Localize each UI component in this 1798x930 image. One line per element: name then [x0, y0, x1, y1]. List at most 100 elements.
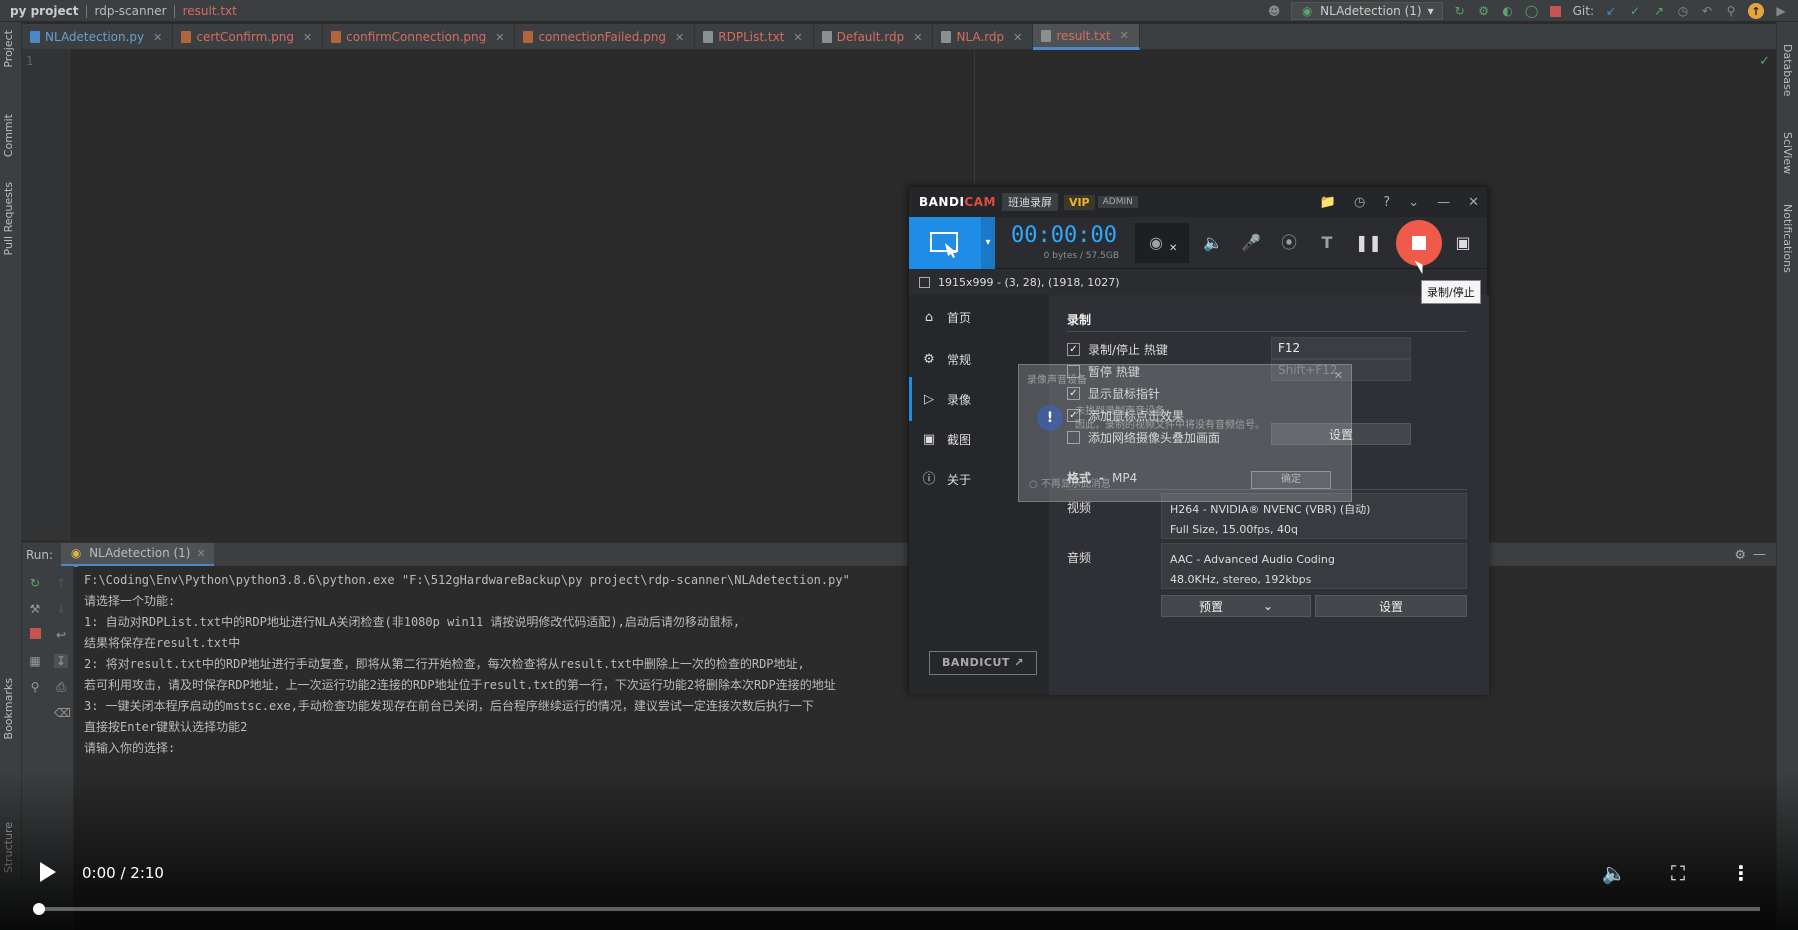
dont-show-label: 不再显示此消息	[1040, 479, 1111, 490]
text-overlay-icon[interactable]: T	[1315, 231, 1339, 255]
bandicut-button[interactable]: BANDICUT ↗	[929, 651, 1037, 675]
collapse-icon[interactable]: ⌄	[1408, 195, 1419, 210]
run-config-select[interactable]: ◉ NLAdetection (1) ▾	[1291, 2, 1443, 20]
tool-pull-requests[interactable]: Pull Requests	[2, 182, 15, 255]
history-icon[interactable]: ◷	[1676, 4, 1690, 18]
minimize-icon[interactable]: —	[1437, 195, 1450, 210]
help-icon[interactable]: ?	[1383, 195, 1390, 210]
dont-show-option[interactable]: ○ 不再显示此消息	[1029, 475, 1111, 490]
tool-database[interactable]: Database	[1781, 44, 1794, 97]
close-icon[interactable]: ✕	[1013, 31, 1022, 44]
nav-about[interactable]: ⓘ 关于	[921, 471, 971, 488]
minimize-icon[interactable]: —	[1753, 547, 1766, 562]
search-icon[interactable]: ⚲	[1724, 4, 1738, 18]
rerun-icon[interactable]: ↻	[1453, 4, 1467, 18]
breadcrumb-project[interactable]: py project	[0, 4, 78, 18]
close-icon[interactable]: ✕	[303, 31, 312, 44]
close-icon[interactable]: ✕	[913, 31, 922, 44]
breadcrumb-file[interactable]: result.txt	[183, 4, 237, 18]
tab-nladetection-py[interactable]: NLAdetection.py ✕	[22, 24, 174, 50]
webcam-toggle[interactable]: ◉ ✕	[1135, 223, 1189, 263]
clock-icon[interactable]: ◷	[1354, 195, 1365, 210]
tab-certconfirm-png[interactable]: certConfirm.png ✕	[173, 24, 324, 50]
tool-bookmarks[interactable]: Bookmarks	[2, 678, 15, 739]
down-arrow-icon[interactable]: ↓	[54, 602, 68, 616]
option-record-hotkey[interactable]: ✓ 录制/停止 热键	[1067, 341, 1168, 358]
preset-button[interactable]: 预置 ⌄	[1161, 595, 1311, 617]
record-hotkey-field[interactable]: F12	[1271, 337, 1411, 359]
git-update-icon[interactable]: ↙	[1604, 4, 1618, 18]
stop-icon[interactable]	[1549, 4, 1563, 18]
tool-notifications[interactable]: Notifications	[1781, 204, 1794, 273]
trash-icon[interactable]: ⌫	[54, 706, 71, 720]
debug-icon[interactable]: ⚙	[1477, 4, 1491, 18]
close-icon[interactable]: ✕	[675, 31, 684, 44]
video-progress-bar[interactable]	[38, 907, 1760, 911]
gear-icon[interactable]: ⚙	[1734, 548, 1746, 563]
tool-sciview[interactable]: SciView	[1781, 132, 1794, 174]
tab-default-rdp[interactable]: Default.rdp ✕	[814, 24, 934, 50]
microphone-icon[interactable]: 🎤	[1239, 231, 1263, 255]
tab-nla-rdp[interactable]: NLA.rdp ✕	[933, 24, 1034, 50]
settings-button-2[interactable]: 设置	[1315, 595, 1467, 617]
volume-icon[interactable]: 🔈	[1601, 860, 1627, 886]
tab-rdplist-txt[interactable]: RDPList.txt ✕	[695, 24, 814, 50]
nav-screenshot[interactable]: ▣ 截图	[921, 431, 971, 448]
tool-project[interactable]: Project	[2, 30, 15, 68]
scroll-to-end-icon[interactable]: ↧	[54, 654, 68, 668]
layout-icon[interactable]: ▦	[28, 654, 42, 668]
update-icon[interactable]: ↑	[1748, 3, 1764, 19]
pause-icon[interactable]: ❚❚	[1355, 231, 1382, 255]
wrench-icon[interactable]: ⚒	[28, 602, 42, 616]
print-icon[interactable]: ⎙	[54, 680, 68, 694]
tab-confirmconnection-png[interactable]: confirmConnection.png ✕	[323, 24, 516, 50]
rerun-icon[interactable]: ↻	[28, 576, 42, 590]
editor[interactable]: 1 ✓	[22, 50, 1776, 540]
soft-wrap-icon[interactable]: ↩	[54, 628, 68, 642]
fullscreen-icon[interactable]: ⛶	[1665, 860, 1691, 886]
nav-home[interactable]: ⌂ 首页	[921, 309, 971, 326]
screen-mode-button[interactable]	[909, 217, 981, 269]
ide-logo-icon[interactable]: ▶	[1774, 4, 1788, 18]
profile-icon[interactable]: ◯	[1525, 4, 1539, 18]
stop-icon[interactable]	[28, 628, 42, 642]
git-commit-icon[interactable]: ✓	[1628, 4, 1642, 18]
checkbox[interactable]: ✓	[1067, 343, 1080, 356]
inspection-ok-icon[interactable]: ✓	[1759, 54, 1770, 69]
screen-rect-icon	[930, 232, 958, 258]
close-icon[interactable]: ✕	[1120, 29, 1129, 42]
nav-general[interactable]: ⚙ 常规	[921, 351, 971, 368]
breadcrumb-module[interactable]: rdp-scanner	[95, 4, 167, 18]
progress-scrubber[interactable]	[33, 903, 45, 915]
ide-toolbar: ☻ ◉ NLAdetection (1) ▾ ↻ ⚙ ◐ ◯ Git: ↙ ✓ …	[1267, 0, 1798, 22]
rdp-file-icon	[821, 31, 832, 43]
play-icon[interactable]	[40, 862, 56, 882]
capture-region[interactable]: 1915x999 - (3, 28), (1918, 1027)	[909, 269, 1487, 295]
coverage-icon[interactable]: ◐	[1501, 4, 1515, 18]
up-arrow-icon[interactable]: ↑	[54, 576, 68, 590]
tab-result-txt[interactable]: result.txt ✕	[1033, 24, 1140, 50]
run-tab[interactable]: ◉ NLAdetection (1) ✕	[61, 542, 214, 567]
pin-icon[interactable]: ⚲	[28, 680, 42, 694]
more-options-icon[interactable]: ⋮	[1728, 860, 1754, 886]
camera-icon[interactable]: ▣	[1451, 231, 1475, 255]
close-icon[interactable]: ✕	[495, 31, 504, 44]
close-icon[interactable]: ✕	[793, 31, 802, 44]
rollback-icon[interactable]: ↶	[1700, 4, 1714, 18]
speaker-icon[interactable]: 🔈	[1201, 231, 1225, 255]
nav-video[interactable]: ▷ 录像	[921, 391, 971, 408]
audio-params: 48.0KHz, stereo, 192kbps	[1170, 573, 1312, 586]
close-icon[interactable]: ✕	[1334, 369, 1343, 382]
folder-icon[interactable]: 📁	[1320, 195, 1336, 210]
close-icon[interactable]: ✕	[153, 31, 162, 44]
ok-button[interactable]: 确定	[1251, 471, 1331, 489]
git-push-icon[interactable]: ↗	[1652, 4, 1666, 18]
mode-dropdown[interactable]: ▾	[981, 217, 995, 269]
close-icon[interactable]: ✕	[1468, 195, 1479, 210]
user-icon[interactable]: ☻	[1267, 4, 1281, 18]
tool-commit[interactable]: Commit	[2, 114, 15, 157]
close-icon[interactable]: ✕	[196, 547, 205, 560]
mouse-effect-icon[interactable]: ⦿	[1277, 231, 1301, 255]
tool-structure[interactable]: Structure	[2, 822, 15, 873]
tab-connectionfailed-png[interactable]: connectionFailed.png ✕	[515, 24, 696, 50]
